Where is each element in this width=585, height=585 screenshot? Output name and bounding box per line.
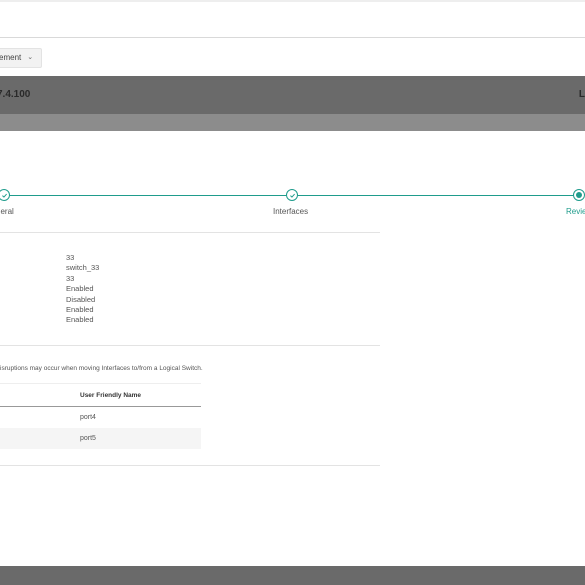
chevron-down-icon: ⌄ xyxy=(27,54,34,61)
column-header-user-friendly-name[interactable]: User Friendly Name xyxy=(80,392,141,399)
radio-active-icon[interactable] xyxy=(573,189,585,201)
check-circle-icon[interactable] xyxy=(0,189,10,201)
step-label-interfaces[interactable]: Interfaces xyxy=(273,207,308,216)
dropdown-label: ement xyxy=(0,53,22,62)
section-divider xyxy=(0,232,380,233)
summary-value: 33 xyxy=(66,273,75,283)
summary-value: 33 xyxy=(66,253,75,262)
cell-user-friendly-name: port5 xyxy=(80,435,96,442)
page-title: 7.4.100 xyxy=(0,89,31,100)
interfaces-table: User Friendly Name port4 port5 xyxy=(0,383,201,449)
summary-value: Enabled xyxy=(66,284,94,294)
table-row[interactable]: port4 xyxy=(0,407,201,428)
page-header: 7.4.100 L xyxy=(0,76,585,114)
table-row[interactable]: port5 xyxy=(0,428,201,449)
footer-bar xyxy=(0,566,585,585)
table-header: User Friendly Name xyxy=(0,383,201,407)
section-divider xyxy=(0,345,380,346)
summary-value: Enabled xyxy=(66,315,94,325)
check-circle-icon[interactable] xyxy=(286,189,298,201)
summary-value: Enabled xyxy=(66,305,94,315)
active-step-dot xyxy=(576,192,582,198)
top-bar xyxy=(0,0,585,38)
management-dropdown[interactable]: ement ⌄ xyxy=(0,48,43,68)
section-divider xyxy=(0,465,380,466)
step-label-general[interactable]: neral xyxy=(0,207,14,216)
summary-value: Disabled xyxy=(66,294,96,304)
summary-value: switch_33 xyxy=(66,263,100,273)
step-label-review[interactable]: Revie xyxy=(566,207,585,216)
warning-text: isruptions may occur when moving Interfa… xyxy=(0,365,203,372)
summary-values: 33 switch_33 33 Enabled Disabled Enabled… xyxy=(66,253,99,326)
header-right-label: L xyxy=(578,89,585,100)
cell-user-friendly-name: port4 xyxy=(80,414,96,421)
header-subband xyxy=(0,114,585,131)
